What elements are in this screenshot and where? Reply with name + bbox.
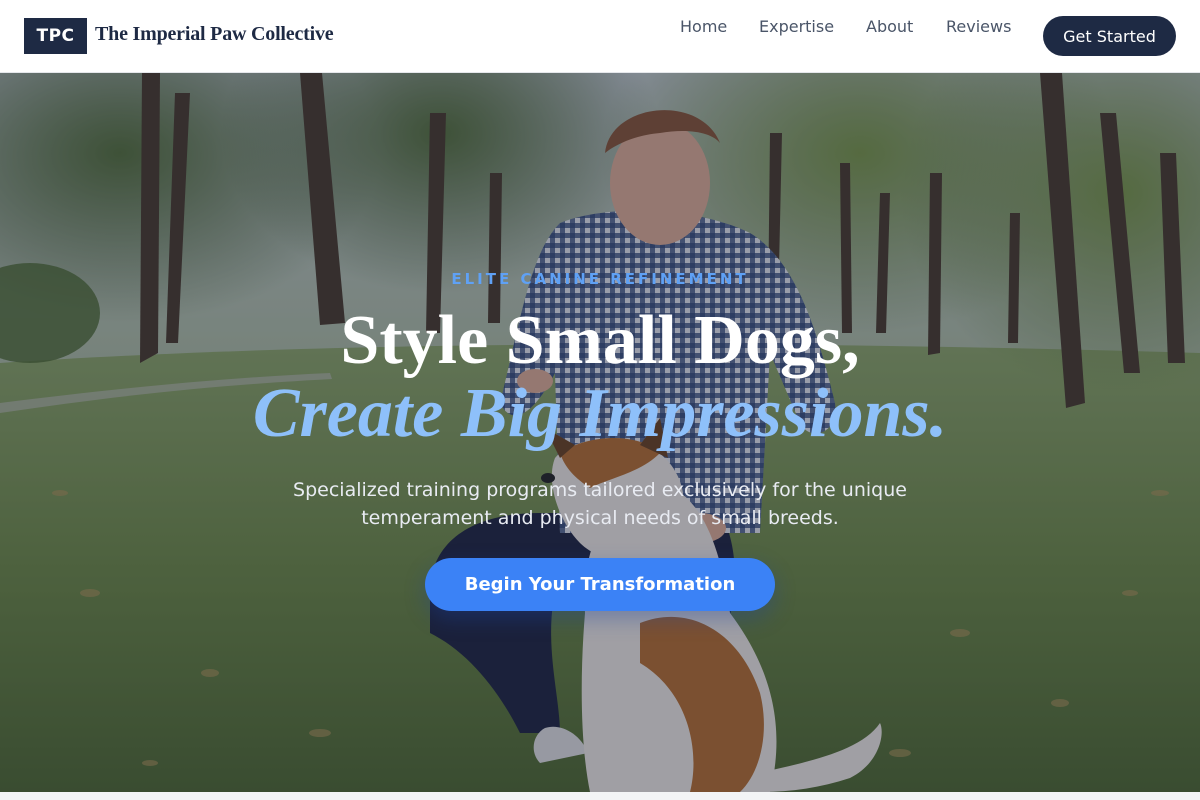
get-started-button[interactable]: Get Started <box>1043 16 1176 56</box>
hero-headline-line1: Style Small Dogs, <box>340 302 860 379</box>
site-header: TPC The Imperial Paw Collective Home Exp… <box>0 0 1200 73</box>
hero-headline-line2: Create Big Impressions. <box>252 375 948 452</box>
begin-transformation-button[interactable]: Begin Your Transformation <box>425 558 775 611</box>
nav-link-home[interactable]: Home <box>680 17 727 36</box>
nav-link-reviews[interactable]: Reviews <box>946 17 1011 36</box>
nav-link-expertise[interactable]: Expertise <box>759 17 834 36</box>
brand-name[interactable]: The Imperial Paw Collective <box>95 23 334 46</box>
hero-eyebrow: ELITE CANINE REFINEMENT <box>451 270 749 288</box>
hero-subtext: Specialized training programs tailored e… <box>293 479 907 529</box>
section-divider <box>0 792 1200 800</box>
nav-link-about[interactable]: About <box>866 17 913 36</box>
logo-badge[interactable]: TPC <box>24 18 87 54</box>
